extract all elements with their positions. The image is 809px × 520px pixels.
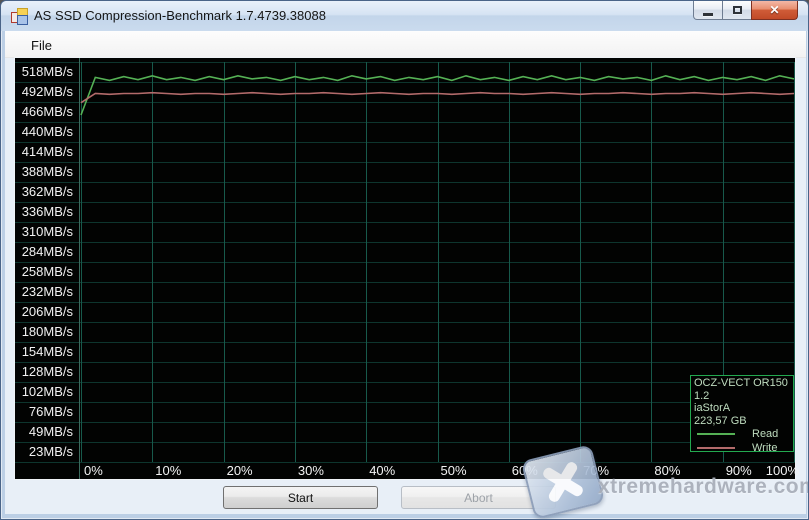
y-axis-label: 284MB/s <box>15 242 73 262</box>
y-axis-label: 258MB/s <box>15 262 73 282</box>
close-icon: ✕ <box>769 2 779 19</box>
y-axis-label: 154MB/s <box>15 342 73 362</box>
write-series-line <box>81 93 794 103</box>
write-line-sample <box>697 447 735 449</box>
y-axis-label: 128MB/s <box>15 362 73 382</box>
x-axis-label: 50% <box>441 462 467 479</box>
y-axis-label: 362MB/s <box>15 182 73 202</box>
chart-panel: OCZ-VECT OR150 1.2 iaStorA 223,57 GB Rea… <box>14 57 796 480</box>
x-axis-label: 30% <box>298 462 324 479</box>
y-axis-label: 23MB/s <box>15 442 73 462</box>
y-axis-label: 388MB/s <box>15 162 73 182</box>
menu-bar: File <box>5 31 806 58</box>
y-axis-label: 180MB/s <box>15 322 73 342</box>
close-button[interactable]: ✕ <box>751 1 798 20</box>
maximize-icon <box>733 6 742 14</box>
app-icon <box>11 8 28 24</box>
watermark-text: xtremehardware.com <box>598 475 809 499</box>
y-axis-label: 414MB/s <box>15 142 73 162</box>
y-axis-label: 232MB/s <box>15 282 73 302</box>
legend-device-name: OCZ-VECT OR150 <box>694 377 793 390</box>
read-line-sample <box>697 433 735 435</box>
y-axis-label: 440MB/s <box>15 122 73 142</box>
app-window: AS SSD Compression-Benchmark 1.7.4739.38… <box>0 0 809 520</box>
minimize-icon <box>703 13 713 16</box>
chart-canvas <box>15 58 795 479</box>
y-axis-label: 102MB/s <box>15 382 73 402</box>
minimize-button[interactable] <box>693 1 723 20</box>
x-axis-label: 0% <box>84 462 103 479</box>
legend-firmware: 1.2 <box>694 390 793 403</box>
legend-capacity: 223,57 GB <box>694 415 793 428</box>
start-button[interactable]: Start <box>223 486 378 509</box>
read-series-line <box>81 76 794 115</box>
y-axis-label: 492MB/s <box>15 82 73 102</box>
y-axis-label: 76MB/s <box>15 402 73 422</box>
x-axis-label: 20% <box>227 462 253 479</box>
x-axis-label: 10% <box>155 462 181 479</box>
chart-legend: OCZ-VECT OR150 1.2 iaStorA 223,57 GB Rea… <box>690 375 794 452</box>
menu-item-file[interactable]: File <box>25 36 58 55</box>
title-bar[interactable]: AS SSD Compression-Benchmark 1.7.4739.38… <box>1 1 808 31</box>
y-axis-label: 518MB/s <box>15 62 73 82</box>
legend-driver: iaStorA <box>694 402 793 415</box>
y-axis-label: 49MB/s <box>15 422 73 442</box>
legend-write-label: Write <box>752 442 777 453</box>
window-controls: ✕ <box>693 1 798 20</box>
y-axis-label: 206MB/s <box>15 302 73 322</box>
x-axis-label: 40% <box>369 462 395 479</box>
window-title: AS SSD Compression-Benchmark 1.7.4739.38… <box>34 8 326 23</box>
y-axis-label: 310MB/s <box>15 222 73 242</box>
legend-read-label: Read <box>752 428 778 441</box>
maximize-button[interactable] <box>723 1 751 20</box>
y-axis-label: 336MB/s <box>15 202 73 222</box>
y-axis-label: 466MB/s <box>15 102 73 122</box>
